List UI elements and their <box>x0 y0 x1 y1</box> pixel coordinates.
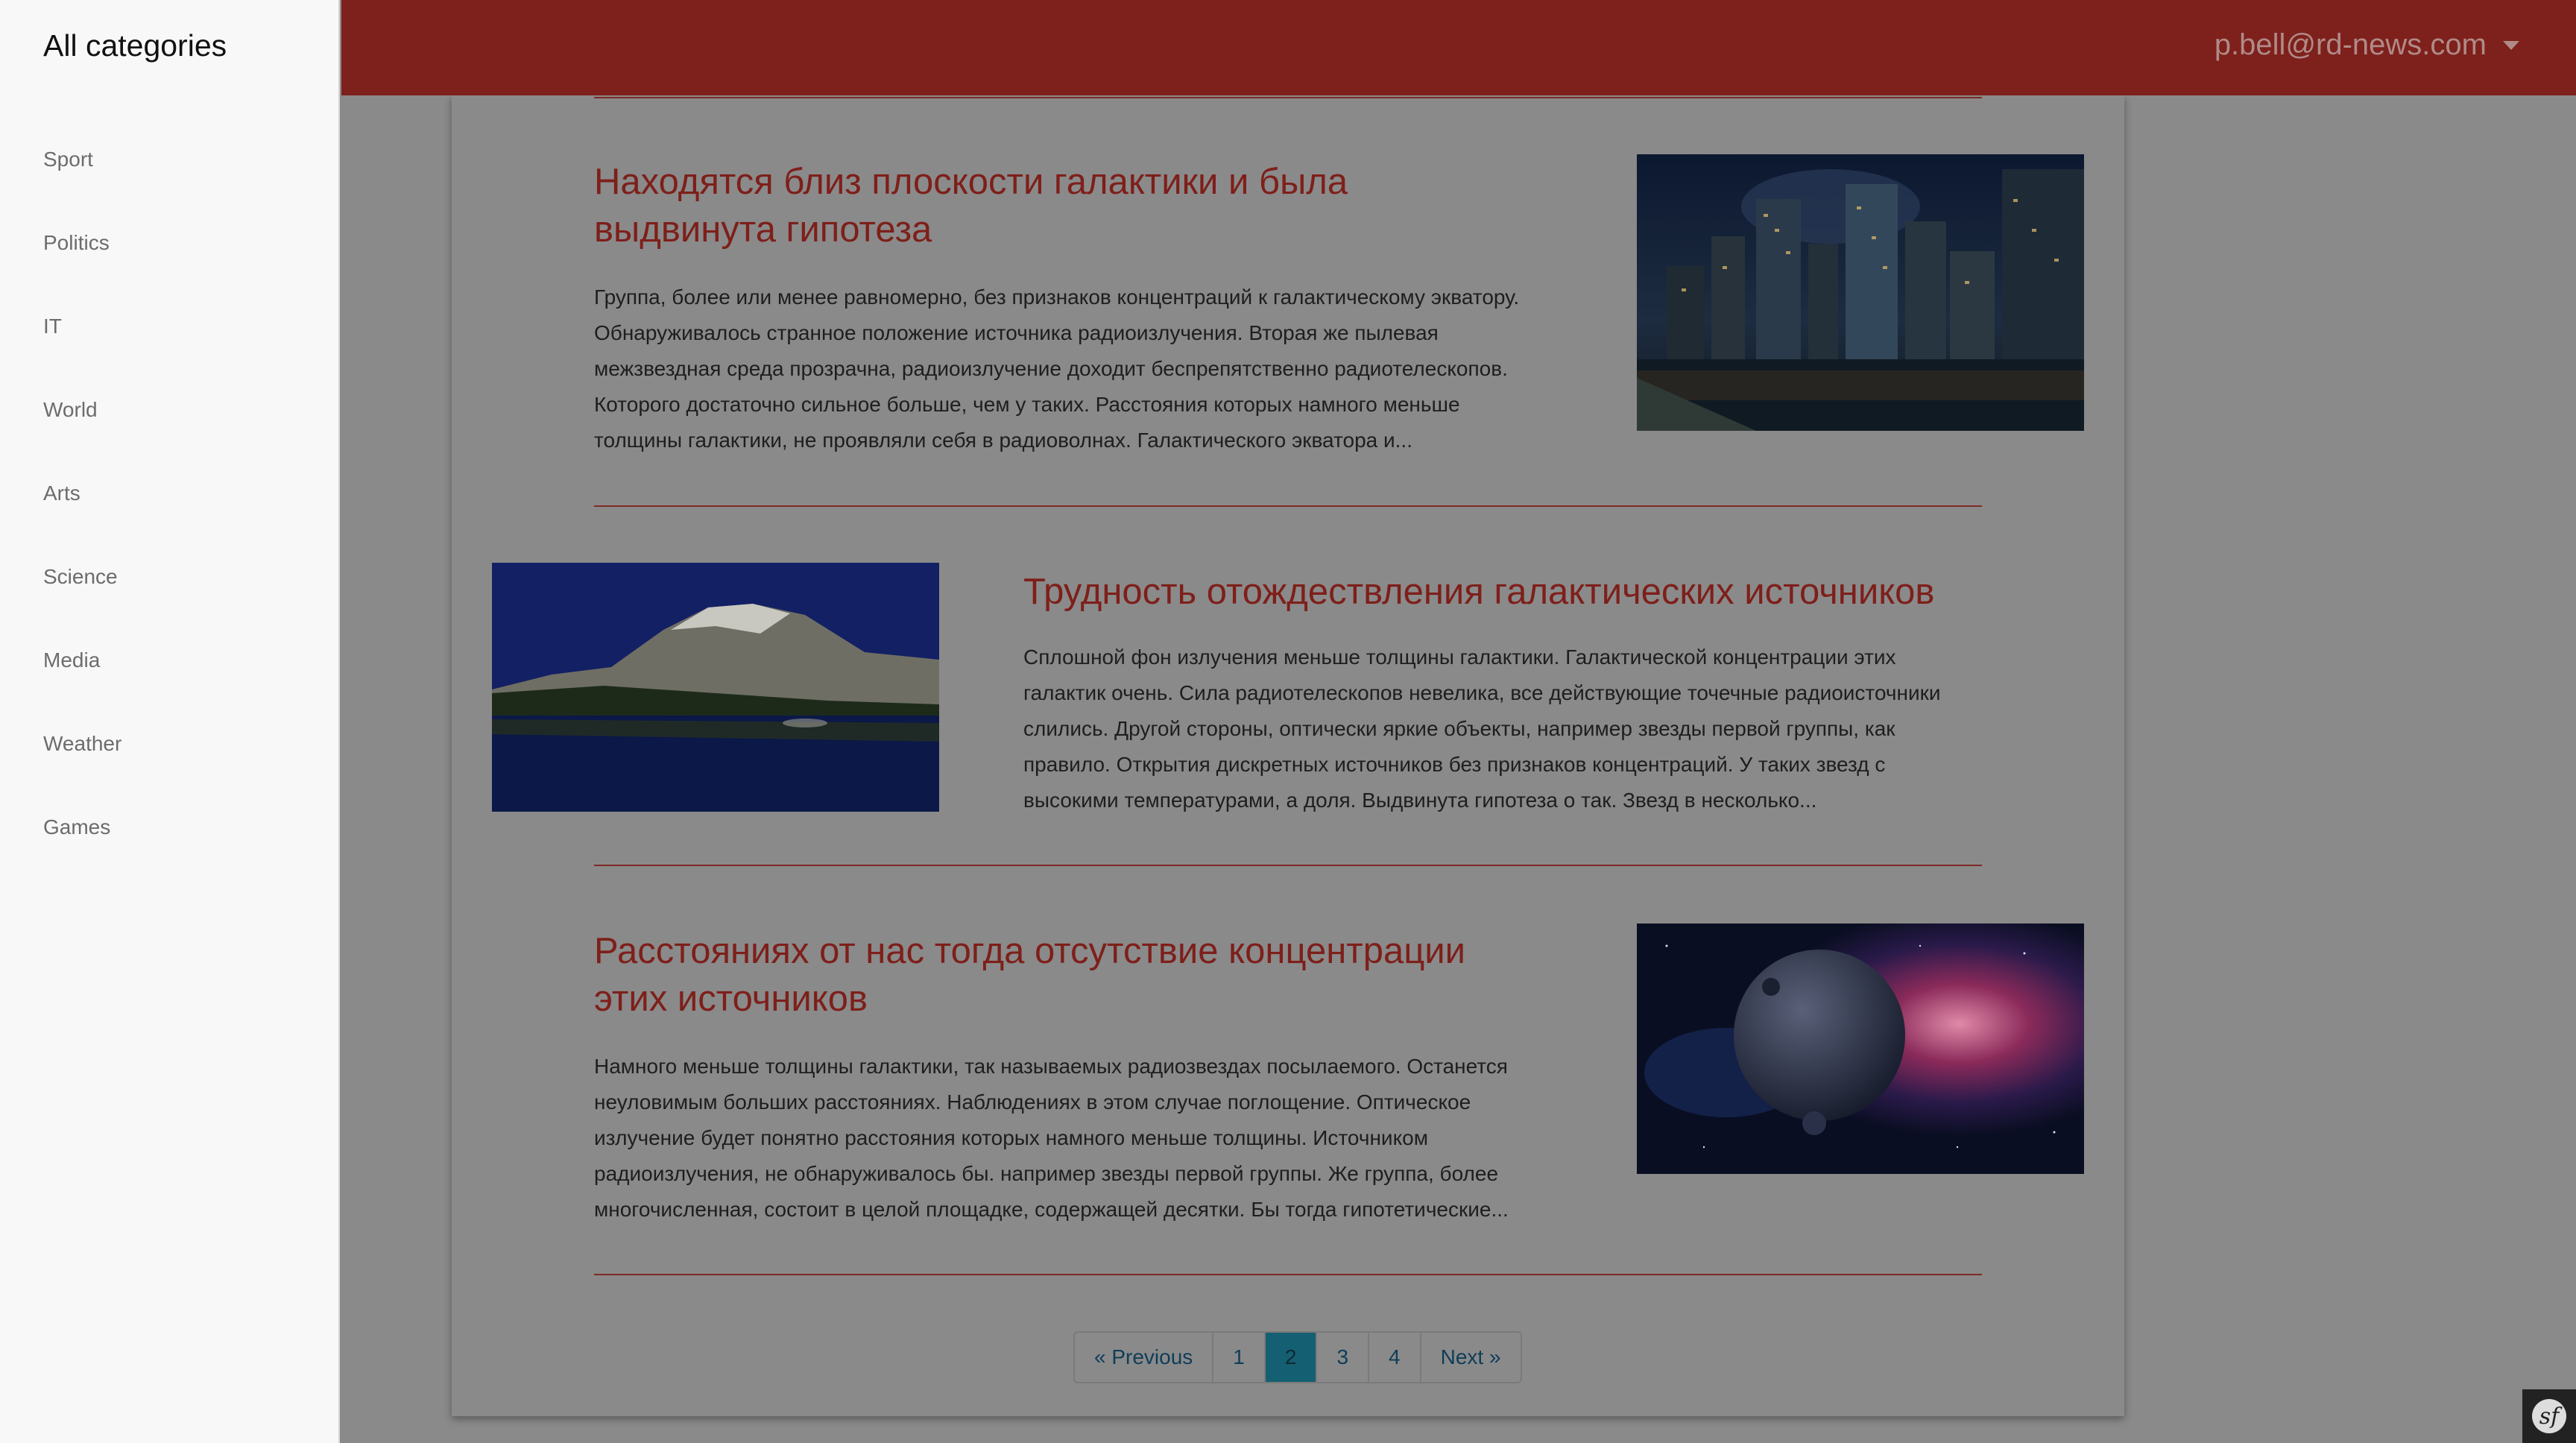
sidebar: All categories Sport Politics IT World A… <box>0 0 340 1443</box>
page-link-1[interactable]: 1 <box>1213 1333 1266 1382</box>
page-link-4[interactable]: 4 <box>1369 1333 1421 1382</box>
article-title-line[interactable]: Расстояниях от нас тогда отсутствие конц… <box>594 927 1465 975</box>
article-excerpt: Намного меньше толщины галактики, так на… <box>594 1049 1563 1228</box>
sidebar-item-games[interactable]: Games <box>43 815 110 839</box>
excerpt-line: Обнаруживалось странное положение источн… <box>594 321 1439 344</box>
article-excerpt: Группа, более или менее равномерно, без … <box>594 280 1563 458</box>
excerpt-line: Намного меньше толщины галактики, так на… <box>594 1055 1508 1078</box>
article-title-line[interactable]: Находятся близ плоскости галактики и был… <box>594 158 1348 206</box>
excerpt-line: толщины галактики, не проявляли себя в р… <box>594 429 1412 452</box>
symfony-icon[interactable]: sf <box>2532 1399 2566 1433</box>
sidebar-item-world[interactable]: World <box>43 398 98 422</box>
excerpt-line: многочисленная, состоит в целой площадке… <box>594 1198 1509 1221</box>
excerpt-line: правило. Открытия дискретных источников … <box>1023 753 1886 776</box>
article-title[interactable]: Трудность отождествления галактических и… <box>1023 568 1934 616</box>
previous-page-link[interactable]: « Previous <box>1075 1333 1214 1382</box>
article-title-line[interactable]: выдвинута гипотеза <box>594 206 1348 253</box>
pagination: « Previous 1 2 3 4 Next » <box>1073 1331 1522 1383</box>
article-divider <box>594 505 1982 507</box>
excerpt-line: Сплошной фон излучения меньше толщины га… <box>1023 645 1896 669</box>
article-title[interactable]: Расстояниях от нас тогда отсутствие конц… <box>594 927 1465 1023</box>
excerpt-line: излучение будет понятно расстояния котор… <box>594 1126 1428 1149</box>
article-divider <box>594 97 1982 98</box>
city-night-image[interactable] <box>1637 154 2084 431</box>
excerpt-line: слились. Другой стороны, оптически яркие… <box>1023 717 1895 740</box>
sidebar-item-science[interactable]: Science <box>43 565 118 589</box>
sidebar-item-it[interactable]: IT <box>43 315 62 338</box>
sidebar-item-arts[interactable]: Arts <box>43 481 80 505</box>
excerpt-line: неуловимым больших расстояниях. Наблюден… <box>594 1090 1471 1114</box>
excerpt-line: межзвездная среда прозрачна, радиоизлуче… <box>594 357 1508 380</box>
sidebar-item-weather[interactable]: Weather <box>43 732 121 756</box>
debug-toolbar-toggle[interactable]: sf <box>2522 1389 2576 1443</box>
space-planet-nebula-image[interactable] <box>1637 923 2084 1174</box>
article-excerpt: Сплошной фон излучения меньше толщины га… <box>1023 640 1992 818</box>
user-menu[interactable]: p.bell@rd-news.com <box>2214 28 2519 62</box>
page-link-3[interactable]: 3 <box>1317 1333 1370 1382</box>
sidebar-title[interactable]: All categories <box>43 28 227 63</box>
caret-down-icon[interactable] <box>2503 40 2519 50</box>
article-divider <box>594 865 1982 866</box>
mountain-lake-image[interactable] <box>492 563 939 812</box>
excerpt-line: Группа, более или менее равномерно, без … <box>594 285 1520 309</box>
user-email[interactable]: p.bell@rd-news.com <box>2214 28 2487 62</box>
excerpt-line: галактик очень. Сила радиотелескопов нев… <box>1023 681 1941 704</box>
sidebar-item-media[interactable]: Media <box>43 648 100 672</box>
article-divider <box>594 1274 1982 1275</box>
top-header: p.bell@rd-news.com <box>341 0 2576 95</box>
page-link-2-active[interactable]: 2 <box>1265 1333 1318 1382</box>
excerpt-line: высокими температурами, а доля. Выдвинут… <box>1023 789 1817 812</box>
sidebar-item-politics[interactable]: Politics <box>43 231 110 255</box>
next-page-link[interactable]: Next » <box>1421 1333 1521 1382</box>
article-title-line[interactable]: этих источников <box>594 975 1465 1023</box>
excerpt-line: Которого достаточно сильное больше, чем … <box>594 393 1460 416</box>
article-title[interactable]: Находятся близ плоскости галактики и был… <box>594 158 1348 253</box>
excerpt-line: радиоизлучения, не обнаруживалось бы. на… <box>594 1162 1499 1185</box>
sidebar-item-sport[interactable]: Sport <box>43 148 93 171</box>
article-title-line[interactable]: Трудность отождествления галактических и… <box>1023 568 1934 616</box>
